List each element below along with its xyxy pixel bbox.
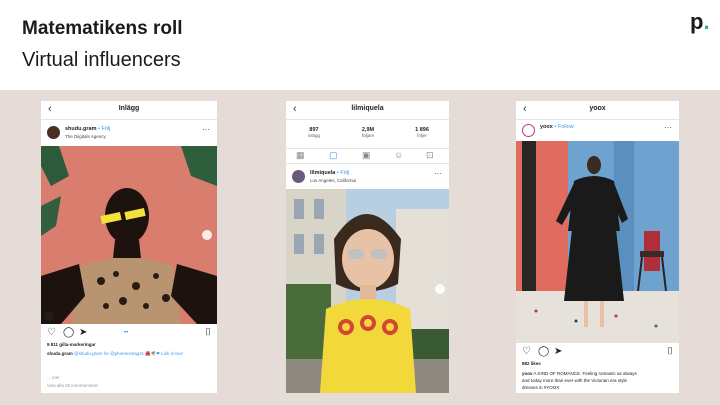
post-header-title: yoox <box>589 105 606 112</box>
stat-following[interactable]: 1 896 följer <box>408 127 436 138</box>
caption-username[interactable]: yoox <box>522 371 533 376</box>
post-actions: ♡ ◯ ➤ •• ⌷ <box>41 327 217 341</box>
grid-icon[interactable]: ▦ <box>296 149 305 161</box>
post-topbar: ‹ Inlägg <box>41 101 217 120</box>
comment-icon[interactable]: ◯ <box>63 327 74 339</box>
caption-username[interactable]: shudu.gram <box>47 351 73 356</box>
more-link[interactable]: ... mer <box>47 375 60 380</box>
post-subtitle: The Diigitals Agency <box>65 134 106 139</box>
post-user-row: shudu.gram • Följ The Diigitals Agency ·… <box>41 123 217 143</box>
post-header-title: Inlägg <box>118 105 140 112</box>
post-user-row: yoox • Follow ··· <box>516 121 679 141</box>
brand-logo: p. <box>690 9 710 34</box>
send-icon[interactable]: ➤ <box>554 346 562 358</box>
likes-count: 882 likes <box>522 361 541 366</box>
likes-count: 9 811 gilla-markeringar <box>47 342 96 347</box>
stat-posts[interactable]: 897 inlägg <box>300 127 328 138</box>
post-subtitle: Los Angeles, California <box>310 178 357 183</box>
caption-line-3: dresses in #YOOX <box>522 385 560 390</box>
more-dots-icon[interactable]: ··· <box>664 123 672 132</box>
caption-line-2: and today more than ever with the Victor… <box>522 378 627 383</box>
post-topbar: ‹ yoox <box>516 101 679 120</box>
tag-icon[interactable]: ⊡ <box>426 149 434 161</box>
post-actions: ♡ ◯ ➤ ⌷ <box>516 346 679 360</box>
post-photo[interactable] <box>516 141 679 343</box>
avatar[interactable] <box>47 126 60 139</box>
carousel-dots-icon: •• <box>124 330 129 336</box>
profile-stats: 897 inlägg 2,9M följare 1 896 följer <box>286 127 449 143</box>
stat-followers[interactable]: 2,9M följare <box>354 127 382 138</box>
shop-icon[interactable]: ☺ <box>394 149 403 161</box>
feed-icon[interactable]: ▢ <box>329 149 338 161</box>
post-caption: yoox A KIND OF ROMANCE. Feeling romantic… <box>522 371 637 376</box>
slide-subtitle: Virtual influencers <box>22 49 181 71</box>
follow-link[interactable]: • Följ <box>98 126 110 132</box>
post-photo[interactable] <box>41 146 217 324</box>
send-icon[interactable]: ➤ <box>79 327 87 339</box>
instagram-post-shudu: ‹ Inlägg shudu.gram • Följ The Diigitals… <box>41 101 217 393</box>
avatar[interactable] <box>292 170 305 183</box>
bookmark-icon[interactable]: ⌷ <box>205 327 211 339</box>
bookmark-icon[interactable]: ⌷ <box>667 346 673 358</box>
post-username[interactable]: lilmiquela <box>310 170 335 176</box>
more-dots-icon[interactable]: ··· <box>434 169 442 178</box>
caption-text: @shudu.gram for @phoenixmagzk 🌺🌴❤ Link i… <box>74 351 183 356</box>
avatar[interactable] <box>522 124 535 137</box>
tv-icon[interactable]: ▣ <box>362 149 371 161</box>
post-username[interactable]: shudu.gram <box>65 126 96 132</box>
view-comments-link[interactable]: Visa alla 26 kommentarer <box>47 383 98 388</box>
slide-header: Matematikens roll Virtual influencers p. <box>0 0 720 90</box>
post-user-row: lilmiquela • Följ Los Angeles, Californi… <box>286 167 449 187</box>
profile-topbar: ‹ lilmiquela <box>286 101 449 120</box>
profile-header-title: lilmiquela <box>351 105 384 112</box>
comment-icon[interactable]: ◯ <box>538 346 549 358</box>
caption-text: A KIND OF ROMANCE. Feeling romantic as a… <box>533 371 637 376</box>
slide-title: Matematikens roll <box>22 18 183 39</box>
instagram-post-yoox: ‹ yoox yoox • Follow ··· ♡ ◯ ➤ ⌷ 882 lik… <box>516 101 679 393</box>
heart-icon[interactable]: ♡ <box>47 327 56 339</box>
instagram-profile-lilmiquela: ‹ lilmiquela 897 inlägg 2,9M följare 1 8… <box>286 101 449 393</box>
post-username[interactable]: yoox <box>540 124 553 130</box>
more-dots-icon[interactable]: ··· <box>202 125 210 134</box>
follow-link[interactable]: • Följ <box>337 170 349 176</box>
profile-tabs: ▦ ▢ ▣ ☺ ⊡ <box>286 148 449 164</box>
post-photo[interactable] <box>286 189 449 393</box>
follow-link[interactable]: • Follow <box>554 124 573 130</box>
heart-icon[interactable]: ♡ <box>522 346 531 358</box>
post-caption: shudu.gram @shudu.gram for @phoenixmagzk… <box>47 351 211 357</box>
